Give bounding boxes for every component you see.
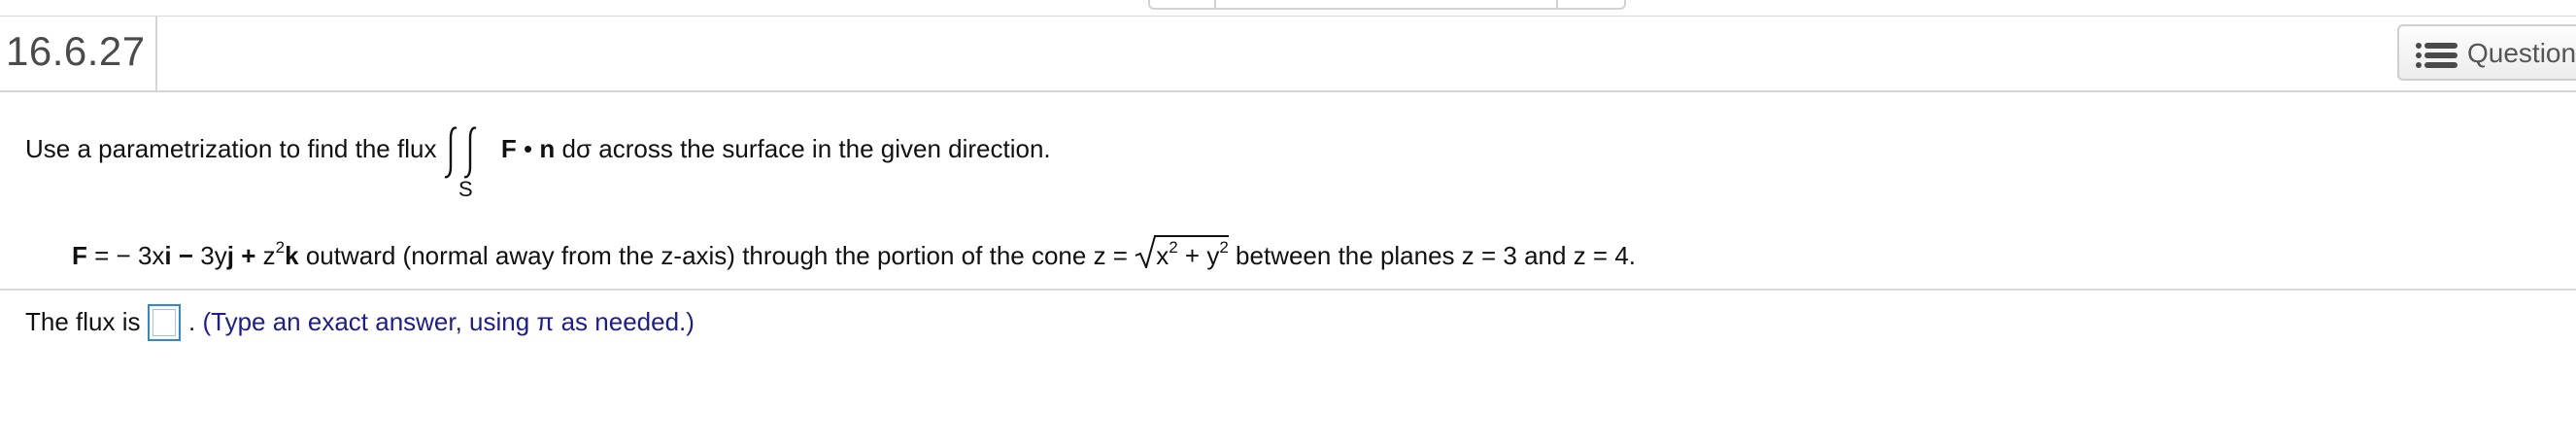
stem-text-after: across the surface in the given directio… xyxy=(598,134,1051,163)
field-exponent: 2 xyxy=(275,238,286,257)
section-divider xyxy=(0,289,2576,291)
tab-separator xyxy=(1214,0,1216,8)
sqrt-icon xyxy=(1135,235,1157,268)
answer-label: The flux is xyxy=(25,307,141,336)
answer-hint: . (Type an exact answer, using π as need… xyxy=(188,307,695,337)
sqrt-y: y xyxy=(1206,241,1220,270)
field-eq-part1: = − 3x xyxy=(94,241,165,270)
question-menu-label: Question xyxy=(2467,38,2576,68)
surface-subscript: S xyxy=(458,177,473,201)
list-icon xyxy=(2416,43,2457,68)
sqrt-y-exponent: 2 xyxy=(1219,238,1229,257)
double-integral-icon xyxy=(444,126,477,179)
question-header: 16.6.27 Question xyxy=(0,17,2576,92)
sqrt-bar xyxy=(1154,235,1229,237)
cone-sqrt: x2 + y2 xyxy=(1135,235,1229,271)
question-number: 16.6.27 xyxy=(6,28,146,74)
field-eq-part2: 3y xyxy=(200,241,227,270)
stem-text-before: Use a parametrization to find the flux xyxy=(25,134,437,163)
top-bar xyxy=(0,0,2576,17)
answer-hint-dot: . xyxy=(188,307,196,336)
integrand-F: F xyxy=(500,134,517,163)
field-tail: between the planes z = 3 and z = 4. xyxy=(1236,241,1637,270)
top-tab-group[interactable] xyxy=(1148,0,1626,10)
field-F: F xyxy=(72,241,87,270)
tab-separator xyxy=(1556,0,1558,8)
unit-j: j xyxy=(226,241,234,270)
problem-stem: Use a parametrization to find the flux F… xyxy=(25,134,1051,164)
answer-hint-text: (Type an exact answer, using π as needed… xyxy=(202,307,695,336)
header-divider xyxy=(155,17,157,90)
field-description: outward (normal away from the z-axis) th… xyxy=(305,241,1128,270)
sqrt-plus: + xyxy=(1184,241,1201,270)
integrand-dsigma: dσ xyxy=(561,134,593,163)
unit-i: i xyxy=(164,241,172,270)
sqrt-x-exponent: 2 xyxy=(1169,238,1178,257)
sqrt-x: x xyxy=(1156,241,1169,270)
integrand-dot: • xyxy=(524,134,533,163)
integrand-n: n xyxy=(539,134,556,163)
unit-k: k xyxy=(285,241,299,270)
field-minus: − xyxy=(178,241,194,270)
answer-input[interactable] xyxy=(148,304,181,341)
vector-field-statement: F = − 3xi − 3yj + z2k outward (normal aw… xyxy=(72,235,1637,271)
question-menu-button[interactable]: Question xyxy=(2397,24,2576,81)
field-eq-part3: z xyxy=(262,241,276,270)
field-plus: + xyxy=(241,241,256,270)
